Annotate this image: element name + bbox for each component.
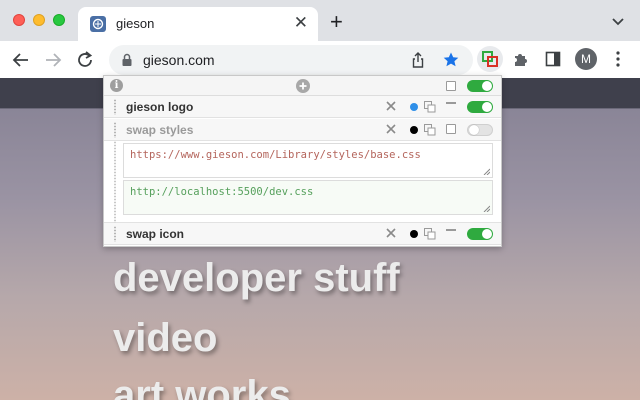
profile-avatar[interactable]: M (575, 48, 597, 70)
rule-enable-toggle[interactable] (467, 124, 493, 136)
reload-icon[interactable] (74, 49, 96, 71)
drag-grip-icon (113, 141, 117, 223)
delete-icon[interactable] (385, 226, 397, 240)
extension-action-button[interactable] (477, 46, 503, 72)
url-text: gieson.com (143, 52, 215, 68)
collapse-dash-icon[interactable] (446, 226, 456, 234)
rule-editor-swap-styles: https://www.gieson.com/Library/styles/ba… (104, 141, 501, 223)
rule-color-dot[interactable] (410, 126, 418, 134)
global-enable-toggle[interactable] (467, 80, 493, 92)
new-tab-button[interactable]: + (330, 10, 343, 34)
bookmark-star-icon[interactable] (442, 51, 460, 69)
collapse-dash-icon[interactable] (446, 99, 456, 107)
rule-checkbox[interactable] (446, 124, 456, 134)
popup-header: i (104, 76, 501, 96)
nav-link-video[interactable]: video (113, 316, 217, 360)
from-url-textarea[interactable]: https://www.gieson.com/Library/styles/ba… (123, 143, 493, 178)
rule-name[interactable]: swap icon (126, 227, 184, 241)
drag-grip-icon[interactable] (113, 122, 117, 138)
rule-row-swap-styles: swap styles (104, 119, 501, 141)
rule-row-swap-icon: swap icon (104, 223, 501, 245)
copy-icon[interactable] (424, 101, 436, 113)
drag-grip-icon[interactable] (113, 226, 117, 242)
rule-enable-toggle[interactable] (467, 101, 493, 113)
info-icon[interactable]: i (110, 79, 123, 92)
rule-name[interactable]: gieson logo (126, 100, 193, 114)
browser-toolbar: gieson.com M (0, 41, 640, 78)
site-favicon-icon (90, 16, 106, 32)
tab-close-icon[interactable]: ✕ (294, 12, 308, 34)
to-url-textarea[interactable]: http://localhost:5500/dev.css (123, 180, 493, 215)
browser-tab-active[interactable]: gieson ✕ (78, 7, 318, 41)
address-bar[interactable]: gieson.com (109, 45, 473, 75)
drag-grip-icon[interactable] (113, 99, 117, 115)
side-panel-icon[interactable] (545, 51, 561, 67)
nav-link-art-works[interactable]: art works (113, 373, 291, 400)
delete-icon[interactable] (385, 99, 397, 113)
window-minimize-button[interactable] (33, 14, 45, 26)
extension-popup: i gieson logo swap styles https://www.gi… (103, 75, 502, 247)
copy-icon[interactable] (424, 228, 436, 240)
window-zoom-button[interactable] (53, 14, 65, 26)
lock-icon[interactable] (121, 53, 133, 67)
resize-handle-icon[interactable] (483, 168, 490, 175)
resize-handle-icon[interactable] (483, 205, 490, 212)
swap-extension-icon (482, 51, 498, 67)
window-close-button[interactable] (13, 14, 25, 26)
forward-arrow-icon[interactable] (42, 49, 64, 71)
tab-search-chevron-icon[interactable] (609, 12, 627, 30)
back-arrow-icon[interactable] (10, 49, 32, 71)
puzzle-icon[interactable] (512, 50, 530, 68)
select-all-checkbox[interactable] (446, 81, 456, 91)
rule-enable-toggle[interactable] (467, 228, 493, 240)
delete-icon[interactable] (385, 122, 397, 136)
kebab-menu-icon[interactable] (611, 50, 625, 68)
tab-title: gieson (116, 16, 155, 31)
tab-strip: gieson ✕ + (0, 0, 640, 41)
share-icon[interactable] (409, 51, 427, 69)
copy-icon[interactable] (424, 124, 436, 136)
add-rule-icon[interactable] (296, 79, 310, 93)
from-url-text: https://www.gieson.com/Library/styles/ba… (130, 149, 421, 161)
rule-name[interactable]: swap styles (126, 123, 193, 137)
rule-color-dot[interactable] (410, 103, 418, 111)
nav-link-developer-stuff[interactable]: developer stuff (113, 256, 400, 300)
rule-row-gieson-logo: gieson logo (104, 96, 501, 118)
to-url-text: http://localhost:5500/dev.css (130, 186, 314, 198)
rule-color-dot[interactable] (410, 230, 418, 238)
